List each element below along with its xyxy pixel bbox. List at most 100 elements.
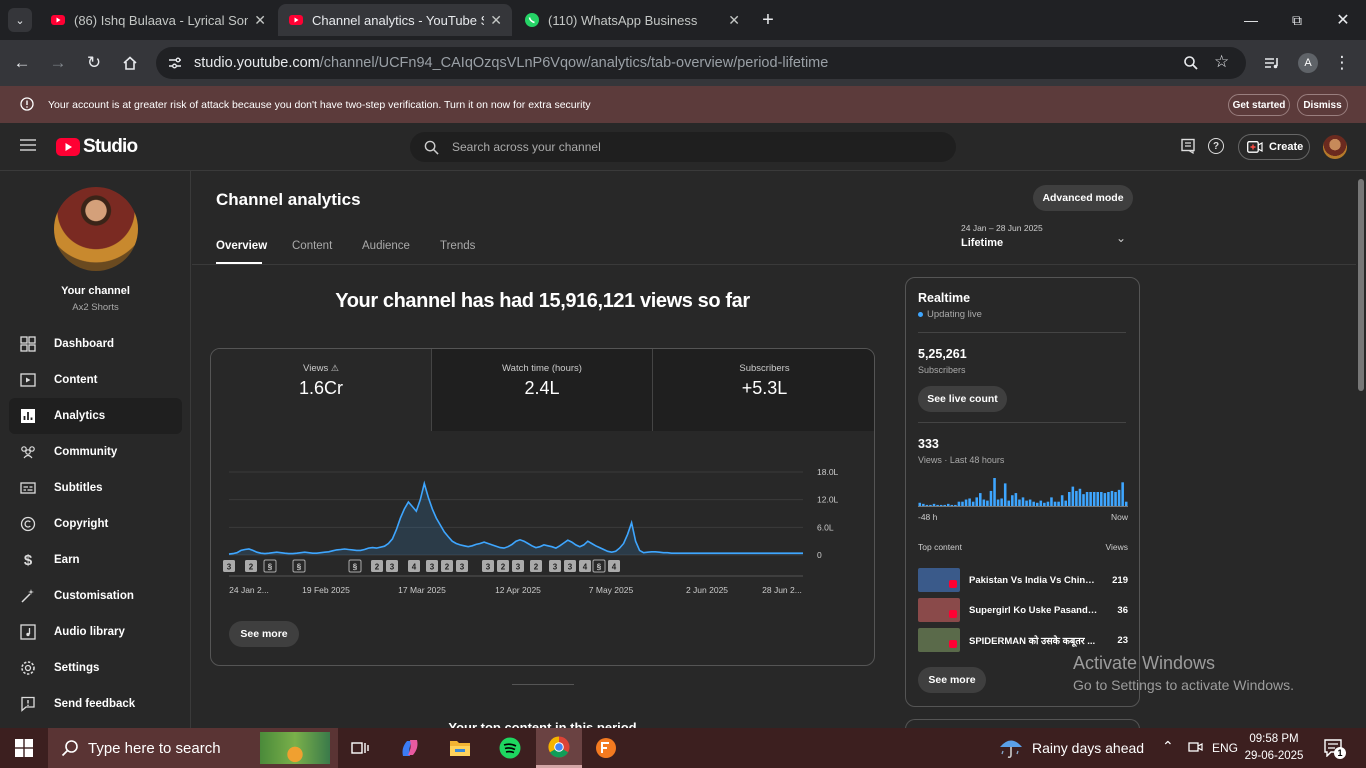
see-live-count-button[interactable]: See live count [918, 386, 1007, 412]
media-control-icon[interactable] [1260, 51, 1284, 75]
language-indicator[interactable]: ENG [1212, 741, 1238, 755]
minimize-icon[interactable]: — [1228, 0, 1274, 40]
new-tab-icon[interactable]: + [758, 8, 778, 32]
tab-overview[interactable]: Overview [216, 240, 267, 252]
browser-tab-ishq-bulaava[interactable]: (86) Ishq Bulaava - Lyrical Song ✕ [40, 4, 276, 36]
back-arrow-icon[interactable]: ← [10, 51, 34, 75]
messages-icon[interactable] [1180, 138, 1196, 159]
show-hidden-icons-chevron-icon[interactable]: ⌃ [1162, 738, 1174, 755]
video-marker-count: § [597, 563, 602, 572]
settings-icon [19, 659, 37, 677]
sidebar-item-earn[interactable]: $ Earn [9, 542, 182, 578]
tab-trends[interactable]: Trends [440, 240, 475, 252]
rain-weather-icon[interactable] [998, 736, 1024, 765]
x-tick-label: 28 Jun 2... [762, 585, 802, 595]
spotify-icon[interactable] [490, 732, 530, 764]
address-bar[interactable]: studio.youtube.com/channel/UCFn94_CAIqOz… [156, 47, 1246, 79]
views-line-chart[interactable]: 0 6.0L 12.0L 18.0L 3 2 § § § 2 3 4 3 2 3 3 2 3 2 3 3 4 § 4 24 Ja… [211, 431, 875, 601]
sidebar-item-dashboard[interactable]: Dashboard [9, 326, 182, 362]
copilot-icon[interactable] [390, 732, 430, 764]
top-content-views-header: Views [1105, 542, 1128, 552]
metric-views[interactable]: Views ⚠ 1.6Cr [211, 349, 432, 431]
browser-tab-whatsapp[interactable]: (110) WhatsApp Business ✕ [514, 4, 750, 36]
meet-camera-icon[interactable] [1188, 739, 1204, 760]
clock-date[interactable]: 29-06-2025 [1244, 750, 1304, 762]
sidebar-item-audio-library[interactable]: Audio library [9, 614, 182, 650]
advanced-mode-button[interactable]: Advanced mode [1033, 185, 1133, 211]
video-marker-count: 3 [430, 563, 435, 572]
metric-subscribers[interactable]: Subscribers +5.3L [653, 349, 874, 431]
fl-studio-icon[interactable] [586, 732, 626, 764]
top-content-item[interactable]: SPIDERMAN को उसके कबूतर ... 23 [918, 628, 1128, 652]
realtime-see-more-button[interactable]: See more [918, 667, 986, 693]
x-tick-label: 19 Feb 2025 [302, 585, 350, 595]
realtime-card: Realtime Updating live 5,25,261 Subscrib… [905, 277, 1140, 707]
video-marker-count: 3 [460, 563, 465, 572]
close-tab-icon[interactable]: ✕ [728, 12, 740, 29]
browser-menu-icon[interactable]: ⋮ [1330, 51, 1354, 75]
sidebar-item-copyright[interactable]: Copyright [9, 506, 182, 542]
sidebar-item-community[interactable]: Community [9, 434, 182, 470]
realtime-view-bar [943, 504, 946, 506]
channel-title: Your channel [61, 285, 130, 297]
close-tab-icon[interactable]: ✕ [490, 12, 502, 29]
home-icon[interactable] [118, 51, 142, 75]
taskbar-search-input[interactable]: Type here to search [48, 728, 338, 768]
account-avatar[interactable] [1323, 135, 1347, 159]
video-marker-count: 2 [501, 563, 506, 572]
sidebar-item-label: Subtitles [54, 482, 103, 494]
see-more-button[interactable]: See more [229, 621, 299, 647]
sidebar-item-send-feedback[interactable]: Send feedback [9, 686, 182, 722]
task-view-icon[interactable] [340, 732, 380, 764]
tab-content[interactable]: Content [292, 240, 332, 252]
close-tab-icon[interactable]: ✕ [254, 12, 266, 29]
dismiss-button[interactable]: Dismiss [1297, 94, 1348, 116]
search-highlight-icon[interactable] [260, 732, 330, 764]
subtitles-icon [19, 479, 37, 497]
period-range: 24 Jan – 28 Jun 2025 [961, 223, 1043, 233]
zoom-icon[interactable] [1183, 55, 1199, 71]
close-window-icon[interactable]: ✕ [1320, 0, 1366, 40]
site-settings-icon[interactable] [168, 56, 182, 70]
realtime-view-bar [922, 503, 925, 506]
sidebar-item-label: Earn [54, 554, 80, 566]
hamburger-menu-icon[interactable] [20, 138, 36, 152]
studio-logo[interactable]: Studio [56, 136, 138, 158]
sidebar-item-customisation[interactable]: Customisation [9, 578, 182, 614]
top-content-item[interactable]: Pakistan Vs India Vs China... 219 [918, 568, 1128, 592]
get-started-button[interactable]: Get started [1228, 94, 1290, 116]
dashboard-icon [19, 335, 37, 353]
chrome-taskbar-icon[interactable] [536, 728, 582, 768]
scrollbar-thumb[interactable] [1358, 179, 1364, 391]
sidebar-item-subtitles[interactable]: Subtitles [9, 470, 182, 506]
help-icon[interactable]: ? [1208, 138, 1224, 154]
bars-end-label: Now [1110, 512, 1128, 522]
create-button[interactable]: Create [1238, 134, 1310, 160]
tab-audience[interactable]: Audience [362, 240, 410, 252]
page-scrollbar[interactable] [1356, 171, 1366, 728]
browser-tab-channel-analytics[interactable]: Channel analytics - YouTube Studio ✕ [278, 4, 512, 36]
sidebar-item-content[interactable]: Content [9, 362, 182, 398]
realtime-views-bars[interactable] [918, 474, 1128, 508]
restore-icon[interactable]: ⧉ [1274, 0, 1320, 40]
video-thumbnail [918, 568, 960, 592]
period-selector[interactable]: 24 Jan – 28 Jun 2025 Lifetime ⌄ [961, 223, 1133, 255]
forward-arrow-icon[interactable]: → [46, 51, 70, 75]
file-explorer-icon[interactable] [440, 732, 480, 764]
channel-avatar[interactable] [54, 187, 138, 271]
weather-text[interactable]: Rainy days ahead [1032, 740, 1144, 756]
top-content-item[interactable]: Supergirl Ko Uske Pasand K... 36 [918, 598, 1128, 622]
sidebar-item-analytics[interactable]: Analytics [9, 398, 182, 434]
channel-search-input[interactable]: Search across your channel [410, 132, 956, 162]
reload-icon[interactable]: ↻ [82, 51, 106, 75]
notification-center-icon[interactable]: 1 [1324, 739, 1346, 762]
metric-watch-time[interactable]: Watch time (hours) 2.4L [432, 349, 653, 431]
realtime-view-bar [993, 478, 996, 506]
sidebar-item-settings[interactable]: Settings [9, 650, 182, 686]
video-marker-count: 2 [534, 563, 539, 572]
clock-time[interactable]: 09:58 PM [1244, 733, 1304, 745]
tab-search-button[interactable]: ⌄ [8, 8, 32, 32]
profile-avatar[interactable]: A [1298, 53, 1318, 73]
windows-start-icon[interactable] [4, 732, 44, 764]
bookmark-star-icon[interactable]: ☆ [1214, 52, 1229, 72]
